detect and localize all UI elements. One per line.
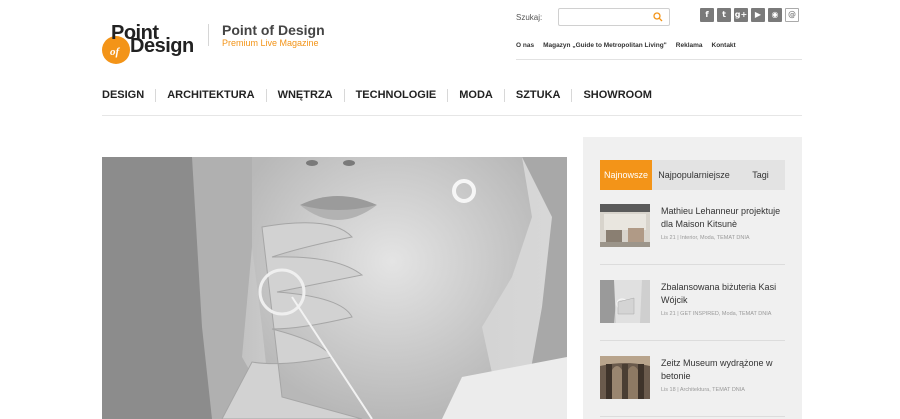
post-meta: Lis 21 | Interior, Moda, TEMAT DNIA (661, 235, 750, 241)
post-thumbnail[interactable] (600, 280, 650, 323)
site-logo[interactable]: Point of Design (102, 22, 202, 64)
tab-najpopularniejsze[interactable]: Najpopularniejsze (652, 160, 736, 190)
email-icon[interactable]: @ (785, 8, 799, 22)
post-divider (600, 340, 785, 341)
post-thumbnail[interactable] (600, 204, 650, 247)
sidebar: Najnowsze Najpopularniejsze Tagi Mathieu… (583, 137, 802, 419)
google-plus-icon[interactable]: g+ (734, 8, 748, 22)
sidebar-tabs: Najnowsze Najpopularniejsze Tagi (600, 160, 785, 190)
search-input[interactable] (561, 10, 649, 24)
nav-item-wnetrza[interactable]: WNĘTRZA (265, 89, 344, 102)
social-icons: f t g+ ▶ ◉ @ (700, 8, 799, 22)
nav-divider (102, 115, 802, 116)
main-nav: DESIGN ARCHITEKTURA WNĘTRZA TECHNOLOGIE … (102, 89, 663, 102)
post-meta: Lis 21 | GET INSPIRED, Moda, TEMAT DNIA (661, 311, 772, 317)
top-divider (516, 59, 802, 60)
nav-item-architektura[interactable]: ARCHITEKTURA (155, 89, 265, 102)
youtube-icon[interactable]: ▶ (751, 8, 765, 22)
nav-item-design[interactable]: DESIGN (102, 89, 155, 102)
brand-title: Point of Design (222, 22, 325, 38)
post-title[interactable]: Mathieu Lehanneur projektuje dla Maison … (661, 205, 787, 231)
search-icon[interactable] (653, 12, 663, 22)
rss-icon[interactable]: ◉ (768, 8, 782, 22)
logo-word-of: of (110, 46, 120, 58)
tab-tagi[interactable]: Tagi (736, 160, 785, 190)
post-title[interactable]: Zbalansowana biżuteria Kasi Wójcik (661, 281, 787, 307)
post-divider (600, 264, 785, 265)
post-meta: Lis 18 | Architektura, TEMAT DNIA (661, 387, 745, 393)
hero-image[interactable] (102, 157, 567, 419)
top-link-magazine[interactable]: Magazyn „Guide to Metropolitan Living" (543, 42, 667, 49)
post-thumbnail[interactable] (600, 356, 650, 399)
logo-word-design: Design (130, 35, 194, 57)
post-divider (600, 416, 785, 417)
nav-item-technologie[interactable]: TECHNOLOGIE (343, 89, 448, 102)
brand-subtitle: Premium Live Magazine (222, 38, 319, 48)
top-link-about[interactable]: O nas (516, 42, 534, 49)
brand-divider (208, 24, 209, 46)
nav-item-showroom[interactable]: SHOWROOM (571, 89, 662, 102)
twitter-icon[interactable]: t (717, 8, 731, 22)
nav-item-sztuka[interactable]: SZTUKA (503, 89, 572, 102)
tab-najnowsze[interactable]: Najnowsze (600, 160, 652, 190)
top-link-advertising[interactable]: Reklama (676, 42, 703, 49)
nav-item-moda[interactable]: MODA (447, 89, 504, 102)
top-links: O nas Magazyn „Guide to Metropolitan Liv… (516, 42, 736, 49)
facebook-icon[interactable]: f (700, 8, 714, 22)
hero-photo (102, 157, 567, 419)
post-title[interactable]: Zeitz Museum wydrążone w betonie (661, 357, 787, 383)
top-link-contact[interactable]: Kontakt (712, 42, 736, 49)
search-label: Szukaj: (516, 13, 543, 22)
search-box (558, 8, 670, 26)
